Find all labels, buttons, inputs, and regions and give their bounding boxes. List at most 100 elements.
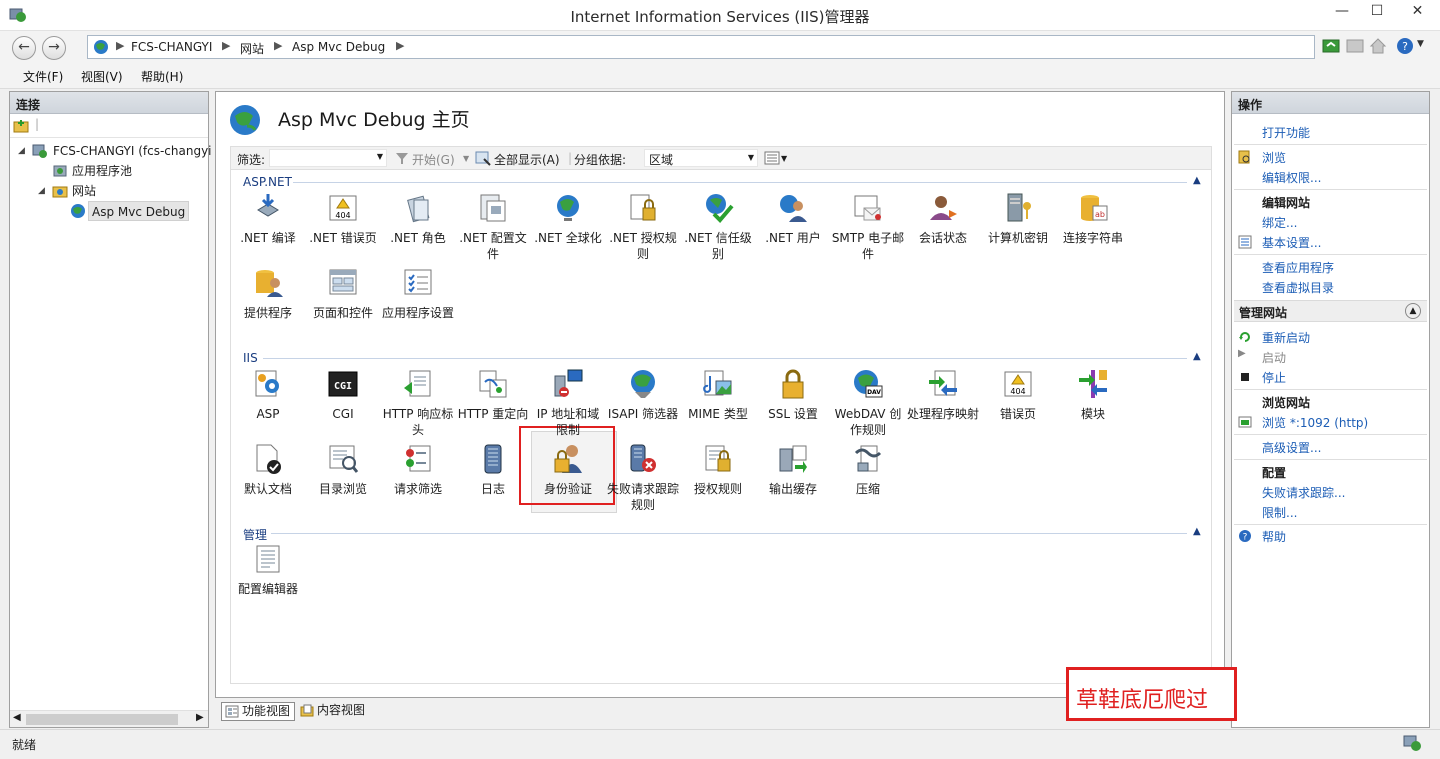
show-all-button[interactable]: 全部显示(A) <box>494 151 560 168</box>
tree-app-pools[interactable]: 应用程序池 <box>72 161 132 181</box>
tree-sites[interactable]: 网站 <box>72 181 96 201</box>
crumb-site[interactable]: Asp Mvc Debug <box>292 40 385 54</box>
action-open-feature[interactable]: 打开功能 <box>1262 124 1310 141</box>
svg-text:404: 404 <box>335 211 350 220</box>
view-mode-icon[interactable] <box>764 151 780 165</box>
feature-app-settings[interactable]: 应用程序设置 <box>381 267 455 339</box>
feature-net-authorization[interactable]: .NET 授权规则 <box>606 192 680 264</box>
action-failed-request-tracing[interactable]: 失败请求跟踪... <box>1262 484 1345 501</box>
minimize-button[interactable]: — <box>1325 0 1359 24</box>
toolbar-separator: | <box>35 117 40 131</box>
feature-cgi[interactable]: CGI CGI <box>306 368 380 440</box>
action-limits[interactable]: 限制... <box>1262 504 1297 521</box>
group-by-select[interactable]: 区域 ▼ <box>644 149 758 167</box>
action-advanced-settings[interactable]: 高级设置... <box>1262 439 1321 456</box>
group-collapse-icon[interactable]: ▲ <box>1193 175 1201 186</box>
feature-net-profile[interactable]: .NET 配置文件 <box>456 192 530 264</box>
feature-isapi-filters[interactable]: ISAPI 筛选器 <box>606 368 680 440</box>
crumb-server[interactable]: FCS-CHANGYI <box>131 40 212 54</box>
filter-input[interactable]: ▼ <box>269 149 387 167</box>
start-dropdown-icon[interactable]: ▼ <box>463 154 469 163</box>
action-basic-settings[interactable]: 基本设置... <box>1262 234 1321 251</box>
back-button[interactable]: ← <box>12 36 36 60</box>
tree-collapse-icon[interactable]: ◢ <box>18 146 25 156</box>
feature-authentication[interactable]: 身份验证 <box>531 443 605 515</box>
action-restart[interactable]: 重新启动 <box>1262 329 1310 346</box>
feature-output-caching[interactable]: 输出缓存 <box>756 443 830 515</box>
menu-help[interactable]: 帮助(H) <box>141 68 183 85</box>
crumb-sites[interactable]: 网站 <box>240 40 264 57</box>
feature-asp[interactable]: ASP <box>231 368 305 440</box>
feature-logging[interactable]: 日志 <box>456 443 530 515</box>
view-mode-dropdown-icon[interactable]: ▼ <box>781 154 787 163</box>
add-connection-icon[interactable] <box>13 118 29 134</box>
scroll-left-icon[interactable]: ◀ <box>13 712 21 723</box>
feature-machine-key[interactable]: 计算机密钥 <box>981 192 1055 264</box>
refresh-icon[interactable] <box>1322 37 1340 55</box>
feature-default-document[interactable]: 默认文档 <box>231 443 305 515</box>
action-help[interactable]: 帮助 <box>1262 528 1286 545</box>
feature-webdav-authoring[interactable]: DAV WebDAV 创作规则 <box>831 368 905 440</box>
tree-server[interactable]: FCS-CHANGYI (fcs-changyi <box>53 141 212 161</box>
action-start[interactable]: 启动 <box>1262 349 1286 366</box>
feature-ssl-settings[interactable]: SSL 设置 <box>756 368 830 440</box>
select-dropdown-icon[interactable]: ▼ <box>748 153 754 162</box>
feature-net-roles[interactable]: .NET 角色 <box>381 192 455 264</box>
collapse-icon[interactable]: ▲ <box>1405 303 1421 319</box>
feature-mime-types[interactable]: MIME 类型 <box>681 368 755 440</box>
feature-authorization-rules[interactable]: 授权规则 <box>681 443 755 515</box>
tab-content-view[interactable]: 内容视图 <box>297 702 369 721</box>
feature-http-redirect[interactable]: HTTP 重定向 <box>456 368 530 440</box>
feature-request-filtering[interactable]: 请求筛选 <box>381 443 455 515</box>
menu-bar: 文件(F) 视图(V) 帮助(H) <box>0 62 1440 89</box>
action-view-applications[interactable]: 查看应用程序 <box>1262 259 1334 276</box>
feature-modules[interactable]: 模块 <box>1056 368 1130 440</box>
menu-file[interactable]: 文件(F) <box>23 68 63 85</box>
feature-http-response-headers[interactable]: HTTP 响应标头 <box>381 368 455 440</box>
feature-net-error-pages[interactable]: 404 .NET 错误页 <box>306 192 380 264</box>
scroll-right-icon[interactable]: ▶ <box>196 712 204 723</box>
group-collapse-icon[interactable]: ▲ <box>1193 526 1201 537</box>
feature-net-users[interactable]: .NET 用户 <box>756 192 830 264</box>
feature-net-compile[interactable]: .NET 编译 <box>231 192 305 264</box>
action-stop[interactable]: 停止 <box>1262 369 1286 386</box>
close-button[interactable]: ✕ <box>1395 0 1440 24</box>
feature-smtp-email[interactable]: SMTP 电子邮件 <box>831 192 905 264</box>
crumb-separator-icon: ▶ <box>396 39 405 52</box>
action-view-virtual-directories[interactable]: 查看虚拟目录 <box>1262 279 1334 296</box>
action-browse-port[interactable]: 浏览 *:1092 (http) <box>1262 414 1368 431</box>
help-icon[interactable]: ? <box>1396 37 1414 55</box>
action-edit-permissions[interactable]: 编辑权限... <box>1262 169 1321 186</box>
feature-failed-request-tracing[interactable]: 失败请求跟踪规则 <box>606 443 680 515</box>
tree-collapse-icon[interactable]: ◢ <box>38 186 45 196</box>
breadcrumb[interactable]: ▶ FCS-CHANGYI ▶ 网站 ▶ Asp Mvc Debug ▶ <box>87 35 1315 59</box>
feature-ip-domain-restrictions[interactable]: IP 地址和域限制 <box>531 368 605 440</box>
feature-configuration-editor[interactable]: 配置编辑器 <box>231 543 305 615</box>
feature-net-trust-levels[interactable]: .NET 信任级别 <box>681 192 755 264</box>
scrollbar-thumb[interactable] <box>26 714 178 725</box>
menu-view[interactable]: 视图(V) <box>81 68 123 85</box>
feature-providers[interactable]: 提供程序 <box>231 267 305 339</box>
feature-error-pages[interactable]: 404 错误页 <box>981 368 1055 440</box>
maximize-button[interactable]: ☐ <box>1360 0 1394 24</box>
feature-directory-browsing[interactable]: 目录浏览 <box>306 443 380 515</box>
group-collapse-icon[interactable]: ▲ <box>1193 351 1201 362</box>
action-browse[interactable]: 浏览 <box>1262 149 1286 166</box>
feature-connection-strings[interactable]: ab 连接字符串 <box>1056 192 1130 264</box>
feature-net-globalization[interactable]: .NET 全球化 <box>531 192 605 264</box>
stop-icon[interactable] <box>1346 37 1364 55</box>
start-button[interactable]: 开始(G) <box>412 151 455 168</box>
tree-site-asp-mvc-debug[interactable]: Asp Mvc Debug <box>88 201 190 221</box>
feature-compression[interactable]: 压缩 <box>831 443 905 515</box>
tab-feature-view[interactable]: 功能视图 <box>221 702 296 721</box>
feature-pages-controls[interactable]: 页面和控件 <box>306 267 380 339</box>
forward-button[interactable]: → <box>42 36 66 60</box>
feature-handler-mappings[interactable]: 处理程序映射 <box>906 368 980 440</box>
action-bindings[interactable]: 绑定... <box>1262 214 1297 231</box>
logging-icon <box>484 444 502 474</box>
help-dropdown-icon[interactable]: ▼ <box>1417 39 1424 49</box>
home-icon[interactable] <box>1369 37 1387 55</box>
horizontal-scrollbar[interactable]: ◀ ▶ <box>10 710 208 727</box>
feature-session-state[interactable]: 会话状态 <box>906 192 980 264</box>
filter-dropdown-icon[interactable]: ▼ <box>377 152 383 161</box>
